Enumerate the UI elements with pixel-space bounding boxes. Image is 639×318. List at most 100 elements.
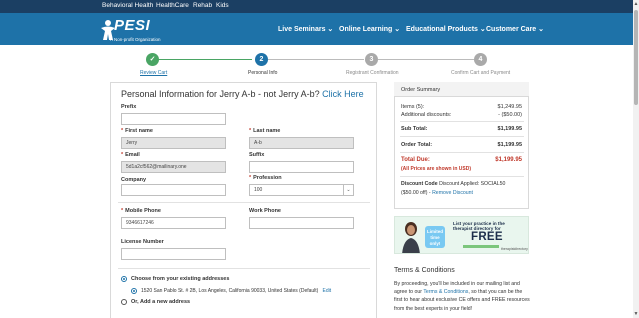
step-4-label: Confirm Cart and Payment [451, 70, 511, 76]
last-name-label-text: Last name [253, 128, 281, 134]
discounts-value: - ($50.00) [498, 112, 522, 118]
topbar-link-kids[interactable]: Kids [216, 2, 229, 9]
step-1-label-review-cart[interactable]: Review Cart [140, 70, 167, 76]
order-divider [400, 176, 524, 177]
new-address-label: Or, Add a new address [131, 299, 191, 305]
topbar-link-healthcare[interactable]: HealthCare [156, 2, 189, 9]
items-label: Items (5): [401, 104, 425, 110]
pesi-logo-subtitle: A Non-profit Organization [110, 37, 161, 42]
mobile-phone-label-text: Mobile Phone [125, 208, 161, 214]
top-utility-bar: Behavioral Health HealthCare Rehab Kids [0, 0, 633, 13]
company-input[interactable] [121, 184, 226, 196]
edit-address-link[interactable]: Edit [323, 288, 332, 294]
remove-discount-link[interactable]: Remove Discount [432, 190, 473, 196]
nav-customer-care[interactable]: Customer Care ⌄ [486, 25, 544, 33]
chevron-down-icon: ⌄ [394, 26, 401, 33]
not-me-click-here-link[interactable]: Click Here [322, 89, 364, 99]
terms-paragraph: By proceeding, you'll be included in our… [394, 280, 530, 313]
nav-educational-products[interactable]: Educational Products ⌄ [406, 25, 486, 33]
order-total-label: Order Total: [401, 142, 433, 148]
terms-heading: Terms & Conditions [394, 267, 455, 274]
order-divider [400, 136, 524, 137]
first-name-label: * First name [121, 128, 153, 134]
suffix-label: Suffix [249, 152, 265, 158]
topbar-link-rehab[interactable]: Rehab [193, 2, 212, 9]
profession-label: * Profession [249, 175, 282, 181]
new-address-radio[interactable] [121, 299, 127, 305]
nav-live-seminars-label: Live Seminars [278, 26, 326, 33]
email-label-text: Email [125, 152, 140, 158]
required-asterisk: * [249, 128, 252, 134]
company-label: Company [121, 177, 147, 183]
nav-educational-products-label: Educational Products [406, 26, 478, 33]
work-phone-label: Work Phone [249, 208, 281, 214]
nav-live-seminars[interactable]: Live Seminars ⌄ [278, 25, 333, 33]
discount-amount: ($50.00 off) - [401, 190, 431, 196]
page-title: Personal Information for Jerry A-b - not… [121, 89, 364, 99]
subtotal-value: $1,199.95 [497, 126, 522, 132]
limited-time-badge: Limited time only! [425, 226, 445, 248]
total-due-value: $1,199.95 [495, 157, 522, 163]
chevron-down-icon: ⌄ [479, 26, 486, 33]
step-connector [378, 59, 474, 60]
ad-brand-logo: therapistdirectory [501, 247, 528, 251]
required-asterisk: * [121, 128, 124, 134]
step-2-circle: 2 [255, 53, 268, 66]
page-scrollbar[interactable]: ▲ ▼ [633, 0, 639, 318]
last-name-field[interactable]: A-b [249, 137, 354, 149]
saved-address-radio[interactable] [131, 288, 137, 294]
required-asterisk: * [121, 208, 124, 214]
subtotal-label: Sub Total: [401, 126, 428, 132]
step-connector [268, 59, 364, 60]
license-number-label: License Number [121, 239, 164, 245]
nav-online-learning-label: Online Learning [339, 26, 393, 33]
therapist-directory-ad[interactable]: Limited time only! List your practice in… [394, 216, 529, 254]
ad-headline: List your practice in the therapist dire… [453, 221, 505, 231]
work-phone-input[interactable] [249, 217, 354, 229]
email-field[interactable]: 5d1a2cf562@mailinary.one [121, 161, 226, 173]
saved-address-line: 1520 San Pablo St. # 2B, Los Angeles, Ca… [141, 288, 319, 294]
email-label: * Email [121, 152, 140, 158]
discount-code-label: Discount Code [401, 181, 438, 187]
last-name-label: * Last name [249, 128, 280, 134]
step-2-label: Personal Info [248, 70, 278, 76]
ad-underline-bar [463, 245, 499, 248]
prefix-input[interactable] [121, 113, 226, 125]
prefix-label: Prefix [121, 104, 137, 110]
page-title-text: Personal Information for Jerry A-b - not… [121, 89, 320, 99]
step-3-label: Registrant Confirmation [346, 70, 399, 76]
saved-address-text: 1520 San Pablo St. # 2B, Los Angeles, Ca… [141, 288, 331, 294]
mobile-phone-input[interactable]: 9346617246 [121, 217, 226, 229]
pesi-logo[interactable]: PESI [114, 17, 150, 34]
chevron-down-icon: ⌄ [343, 185, 353, 195]
suffix-input[interactable] [249, 161, 354, 173]
topbar-link-behavioral-health[interactable]: Behavioral Health [102, 2, 153, 9]
order-summary-title: Order Summary [401, 87, 441, 93]
scroll-down-arrow-icon[interactable]: ▼ [633, 310, 639, 318]
scrollbar-thumb[interactable] [634, 10, 638, 105]
profession-select[interactable]: 100 ⌄ [249, 184, 354, 196]
license-number-input[interactable] [121, 248, 226, 260]
smiling-woman-image [402, 222, 420, 253]
section-divider [118, 202, 370, 203]
first-name-field[interactable]: Jerry [121, 137, 226, 149]
step-1-complete-icon[interactable]: ✓ [146, 53, 159, 66]
order-total-value: $1,199.95 [497, 142, 522, 148]
ad-free-text: FREE [471, 231, 503, 243]
terms-link[interactable]: Terms & Conditions [423, 289, 468, 295]
order-divider [400, 152, 524, 153]
required-asterisk: * [249, 175, 252, 181]
scroll-up-arrow-icon[interactable]: ▲ [633, 0, 639, 8]
profession-selected-value: 100 [254, 187, 263, 193]
usd-note: (All Prices are shown in USD) [401, 166, 472, 172]
chevron-down-icon: ⌄ [538, 26, 545, 33]
existing-address-radio[interactable] [121, 276, 127, 282]
nav-online-learning[interactable]: Online Learning ⌄ [339, 25, 400, 33]
discount-amount-line: ($50.00 off) - Remove Discount [401, 190, 473, 196]
items-value: $1,249.95 [497, 104, 522, 110]
step-3-circle: 3 [365, 53, 378, 66]
chevron-down-icon: ⌄ [327, 26, 334, 33]
mobile-phone-label: * Mobile Phone [121, 208, 161, 214]
discounts-label: Additional discounts: [401, 112, 452, 118]
profession-label-text: Profession [253, 175, 282, 181]
